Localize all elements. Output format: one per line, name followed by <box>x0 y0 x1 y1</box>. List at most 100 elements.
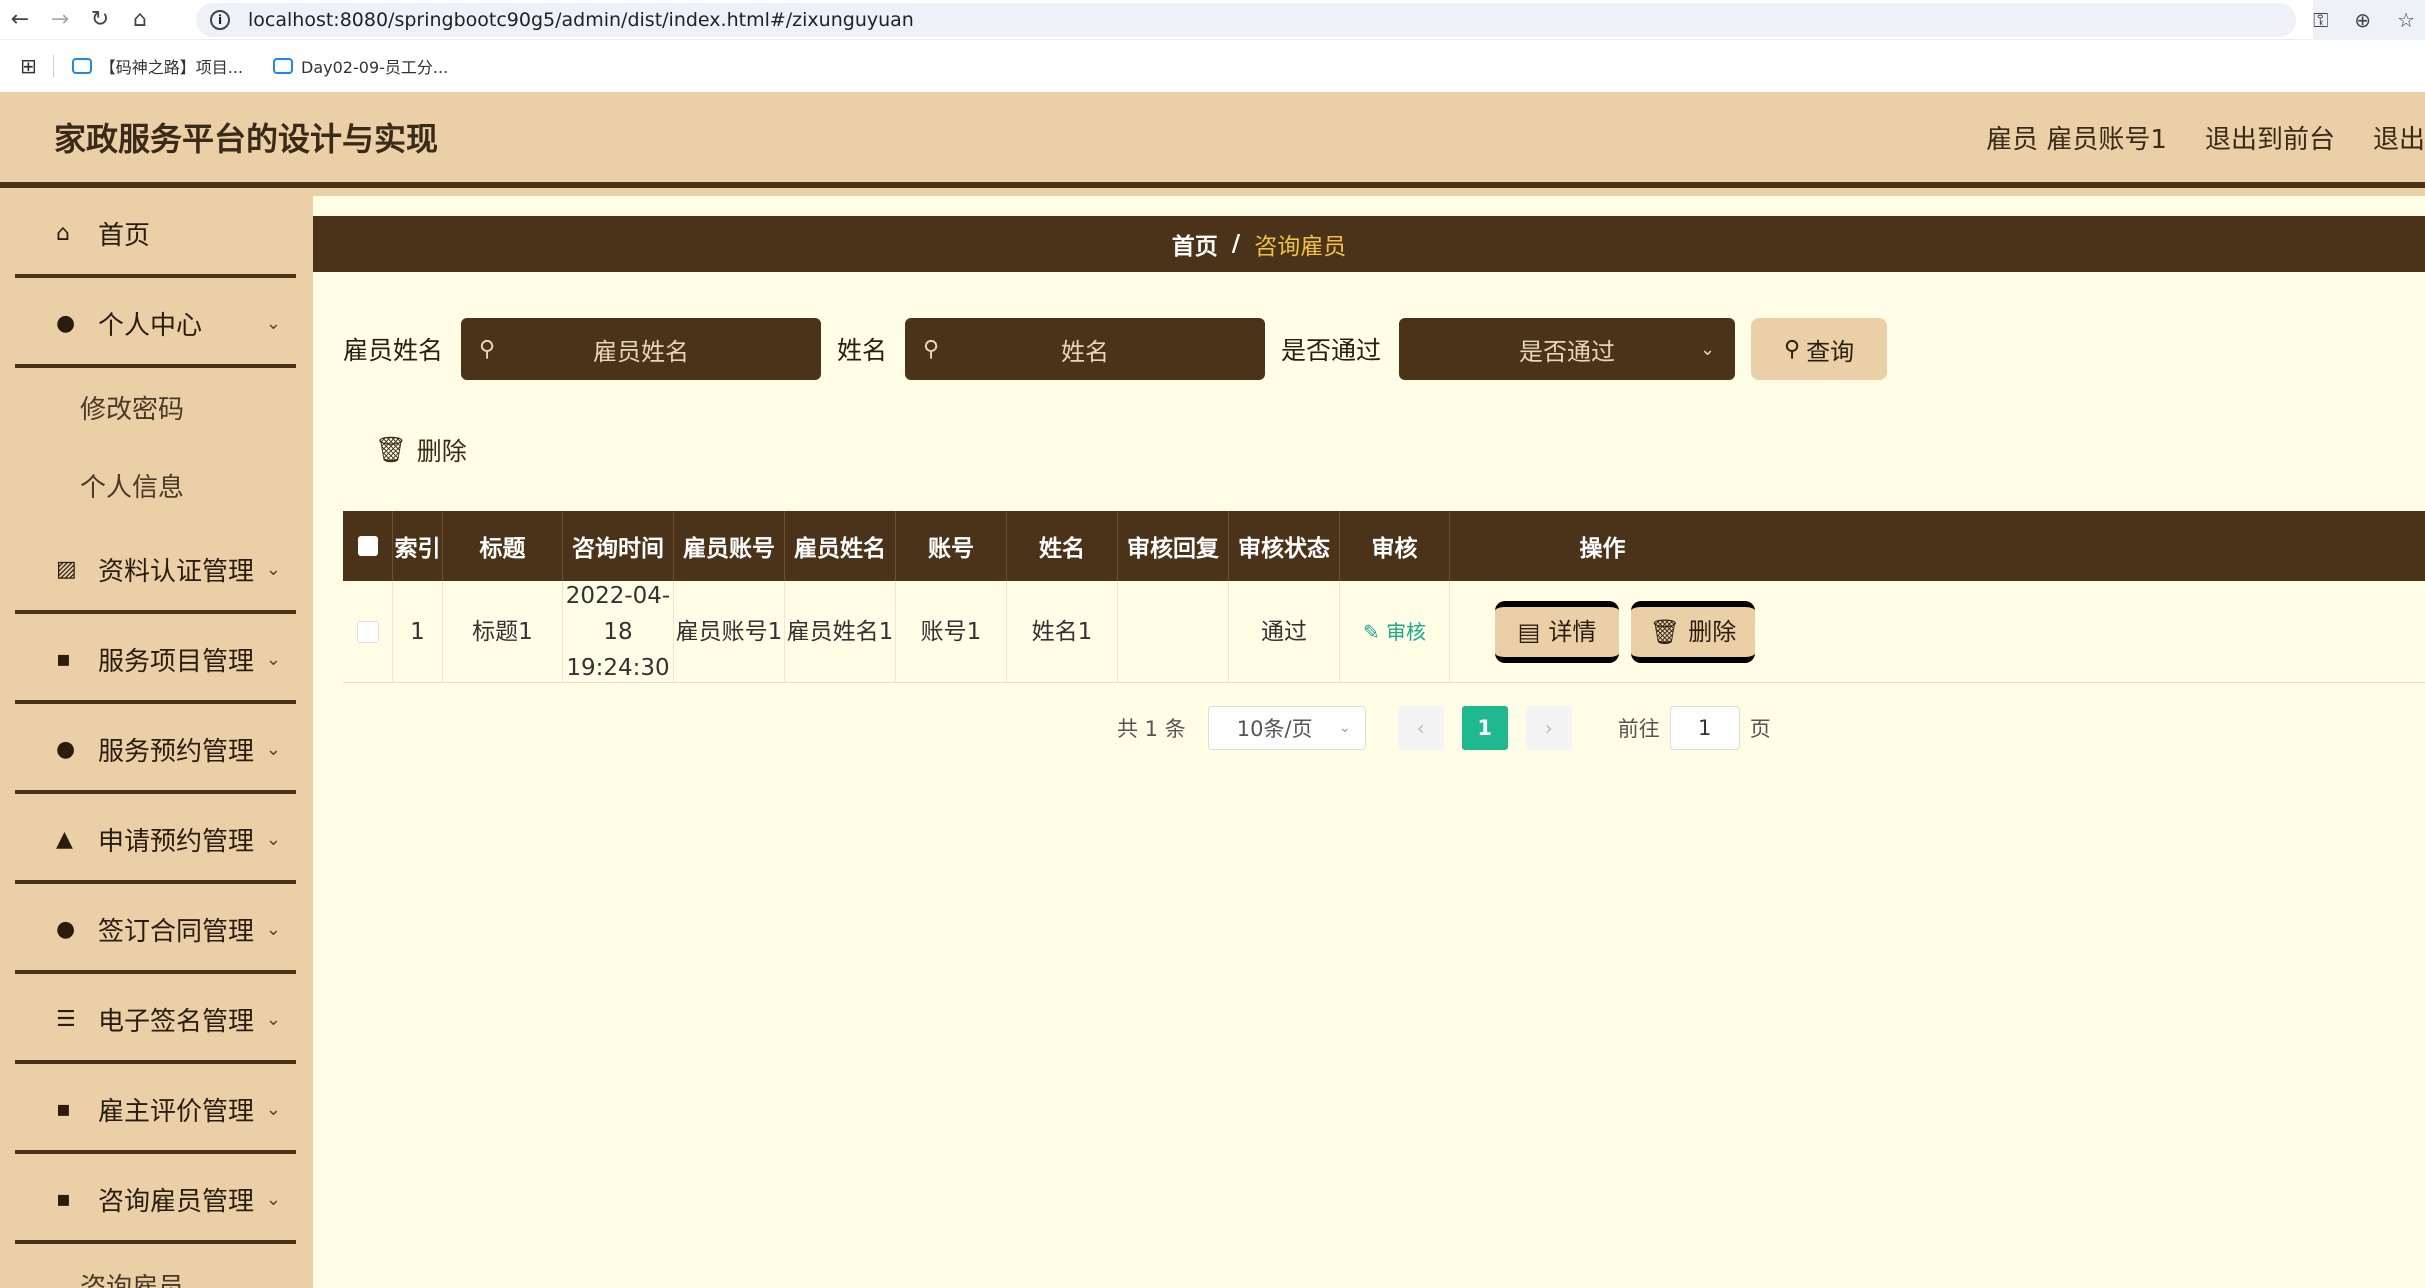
grid-icon: ▪ <box>56 1096 71 1122</box>
batch-delete-button[interactable]: 🗑 删除 <box>375 432 467 468</box>
back-to-front-link[interactable]: 退出到前台 <box>2205 119 2335 156</box>
app-header: 家政服务平台的设计与实现 雇员 雇员账号1 退出到前台 退出 <box>0 92 2425 182</box>
detail-button[interactable]: ▤ 详情 <box>1495 600 1619 663</box>
site-info-icon[interactable]: i <box>210 10 230 30</box>
audit-link[interactable]: ✎ 审核 <box>1363 614 1426 650</box>
sidebar-item-label: 首页 <box>98 220 151 251</box>
sidebar-item-home[interactable]: ⌂ 首页 <box>0 188 313 278</box>
trash-icon: 🗑 <box>1649 617 1681 646</box>
batch-delete-label: 删除 <box>416 437 467 466</box>
cell-employee-account: 雇员账号1 <box>674 581 785 682</box>
select-all-cell <box>343 511 393 581</box>
logout-link[interactable]: 退出 <box>2373 119 2425 156</box>
page-number-button[interactable]: 1 <box>1461 706 1508 750</box>
col-audit-status[interactable]: 审核状态 <box>1229 511 1340 581</box>
bookmark-star-icon[interactable]: ☆ <box>2397 8 2415 32</box>
col-index[interactable]: 索引 <box>393 511 443 581</box>
sidebar-item-label: 签订合同管理 <box>98 916 255 947</box>
apps-grid-icon[interactable]: ⊞ <box>20 54 37 78</box>
chevron-down-icon: ⌄ <box>265 1098 281 1120</box>
bookmark-label: Day02-09-员工分... <box>301 58 449 77</box>
col-consult-time[interactable]: 咨询时间 <box>563 511 674 581</box>
bookmark-label: 【码神之路】项目... <box>99 58 244 77</box>
sidebar-item-service-booking[interactable]: ● 服务预约管理 ⌄ <box>0 704 313 794</box>
name-placeholder: 姓名 <box>1061 337 1110 366</box>
row-delete-button[interactable]: 🗑 删除 <box>1631 600 1755 663</box>
document-icon: ▤ <box>1517 617 1541 646</box>
sidebar-item-e-signature[interactable]: ☰ 电子签名管理 ⌄ <box>0 974 313 1064</box>
address-bar[interactable]: i localhost:8080/springbootc90g5/admin/d… <box>196 3 2296 37</box>
table-header: 索引 标题 咨询时间 雇员账号 雇员姓名 账号 姓名 审核回复 审核状态 审核 … <box>343 511 2425 581</box>
forward-icon[interactable]: → <box>40 0 80 40</box>
audit-link-label: 审核 <box>1386 619 1427 644</box>
sidebar-item-personal[interactable]: ● 个人中心 ⌄ <box>0 278 313 368</box>
grid-icon: ▪ <box>56 646 71 672</box>
sidebar-item-label: 服务项目管理 <box>98 646 255 677</box>
reload-icon[interactable]: ↻ <box>80 0 120 40</box>
detail-button-label: 详情 <box>1548 617 1597 646</box>
bilibili-icon <box>71 58 92 74</box>
next-page-button[interactable]: › <box>1525 706 1572 750</box>
sidebar-subitem-profile[interactable]: 个人信息 <box>0 446 313 524</box>
data-table: 索引 标题 咨询时间 雇员账号 雇员姓名 账号 姓名 审核回复 审核状态 审核 … <box>343 511 2425 683</box>
prev-page-button[interactable]: ‹ <box>1397 706 1444 750</box>
page-size-select[interactable]: 10条/页 ⌄ <box>1207 706 1366 750</box>
row-delete-label: 删除 <box>1688 617 1737 646</box>
col-audit[interactable]: 审核 <box>1340 511 1450 581</box>
col-name[interactable]: 姓名 <box>1007 511 1118 581</box>
header-user-area: 雇员 雇员账号1 退出到前台 退出 <box>1986 92 2425 182</box>
current-user: 雇员 雇员账号1 <box>1986 124 2167 155</box>
employee-name-placeholder: 雇员姓名 <box>593 337 690 366</box>
bilibili-icon <box>273 58 294 74</box>
employee-name-input[interactable]: ⚲ 雇员姓名 <box>461 318 822 380</box>
cell-account: 账号1 <box>896 581 1007 682</box>
col-account[interactable]: 账号 <box>896 511 1007 581</box>
sidebar-item-service-projects[interactable]: ▪ 服务项目管理 ⌄ <box>0 614 313 704</box>
chevron-down-icon: ⌄ <box>1699 338 1716 360</box>
sidebar-item-label: 申请预约管理 <box>98 826 255 857</box>
bookmark-item[interactable]: 【码神之路】项目... <box>71 54 244 78</box>
home-icon[interactable]: ⌂ <box>120 0 160 40</box>
chevron-down-icon: ⌄ <box>265 738 281 760</box>
zoom-icon[interactable]: ⊕ <box>2354 8 2371 32</box>
query-button-label: 查询 <box>1806 337 1855 366</box>
col-operations: 操作 <box>1579 536 1626 562</box>
col-employee-name[interactable]: 雇员姓名 <box>785 511 896 581</box>
sidebar-item-verification[interactable]: ▨ 资料认证管理 ⌄ <box>0 524 313 614</box>
col-audit-reply[interactable]: 审核回复 <box>1118 511 1229 581</box>
password-key-icon[interactable]: ⚿ <box>2313 8 2328 32</box>
search-form: 雇员姓名 ⚲ 雇员姓名 姓名 ⚲ 姓名 是否通过 是否通过 ⌄ ⚲ 查询 <box>343 318 1888 380</box>
sidebar: ⌂ 首页 ● 个人中心 ⌄ 修改密码 个人信息 ▨ 资料认证管理 ⌄ ▪ 服务项… <box>0 188 313 1288</box>
breadcrumb-home[interactable]: 首页 <box>1172 227 1218 261</box>
table-row: 1 标题1 2022-04-18 19:24:30 雇员账号1 雇员姓名1 账号… <box>343 581 2425 683</box>
cell-name: 姓名1 <box>1007 581 1118 682</box>
content-top-strip <box>313 188 2425 196</box>
name-input[interactable]: ⚲ 姓名 <box>905 318 1266 380</box>
cell-time: 19:24:30 <box>566 654 670 681</box>
chevron-down-icon: ⌄ <box>265 828 281 850</box>
sidebar-item-consult-employee[interactable]: ▪ 咨询雇员管理 ⌄ <box>0 1154 313 1244</box>
col-title[interactable]: 标题 <box>443 511 563 581</box>
chevron-down-icon: ⌄ <box>1338 720 1351 736</box>
approved-select[interactable]: 是否通过 ⌄ <box>1399 318 1736 380</box>
sidebar-item-employer-review[interactable]: ▪ 雇主评价管理 ⌄ <box>0 1064 313 1154</box>
sidebar-item-label: 个人中心 <box>98 310 203 341</box>
bookmarks-bar: ⊞ 【码神之路】项目... Day02-09-员工分... <box>0 40 2425 92</box>
bookmarks-divider <box>52 55 54 77</box>
goto-page-input[interactable]: 1 <box>1669 706 1740 750</box>
back-icon[interactable]: ← <box>0 0 40 40</box>
cell-audit-reply <box>1118 581 1229 682</box>
sidebar-subitem-change-password[interactable]: 修改密码 <box>0 368 313 446</box>
sidebar-item-label: 电子签名管理 <box>98 1006 255 1037</box>
select-all-checkbox[interactable] <box>357 536 378 556</box>
bookmark-item[interactable]: Day02-09-员工分... <box>273 54 448 78</box>
sidebar-item-label: 咨询雇员管理 <box>98 1186 255 1217</box>
col-employee-account[interactable]: 雇员账号 <box>674 511 785 581</box>
sidebar-item-contract[interactable]: ● 签订合同管理 ⌄ <box>0 884 313 974</box>
sliders-icon: ☰ <box>56 1006 76 1032</box>
row-checkbox[interactable] <box>356 620 379 643</box>
sidebar-item-apply-booking[interactable]: ▲ 申请预约管理 ⌄ <box>0 794 313 884</box>
cell-audit-status: 通过 <box>1229 581 1340 682</box>
sidebar-subitem-consult-employee[interactable]: 咨询雇员 <box>0 1244 313 1288</box>
query-button[interactable]: ⚲ 查询 <box>1751 318 1888 380</box>
